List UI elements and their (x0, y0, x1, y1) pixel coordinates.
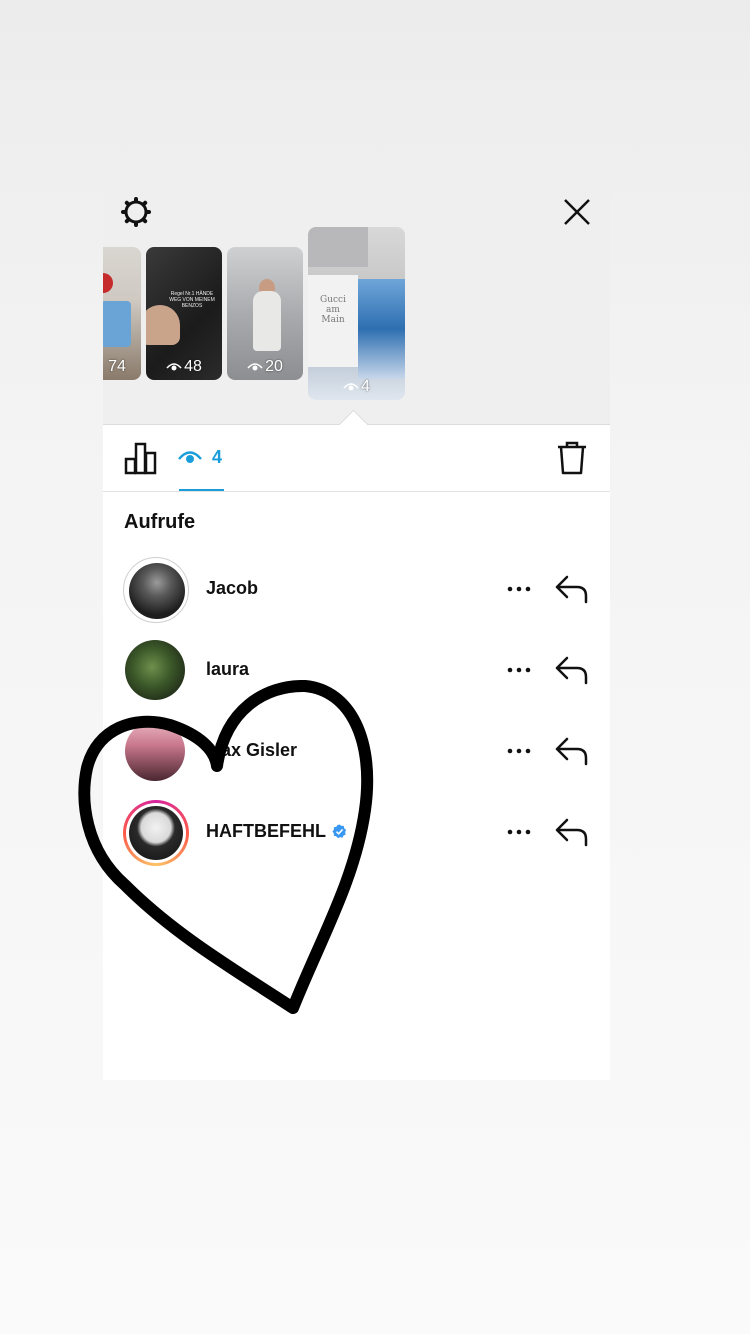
trash-icon[interactable] (557, 441, 587, 475)
active-tab-indicator (179, 489, 224, 491)
thumbnail-view-count: 74 (103, 358, 141, 376)
more-options-icon[interactable] (506, 579, 532, 599)
thumbnail-image (103, 273, 113, 293)
thumbnail-view-count: 20 (227, 358, 303, 376)
username-text: Jacob (206, 578, 259, 598)
thumbnail-image (358, 279, 405, 379)
viewer-row[interactable]: Jacob (103, 555, 610, 625)
hand-drawn-heart-drawing (78, 680, 374, 1014)
more-options-icon[interactable] (506, 822, 532, 842)
view-count: 20 (265, 358, 283, 375)
eye-icon (166, 363, 182, 371)
thumbnail-image (253, 291, 281, 351)
eye-icon (178, 451, 202, 463)
reply-arrow-icon[interactable] (555, 736, 589, 766)
story-thumbnail-strip: 74 Regel Nr.1 HÄNDE WEG VON MEINEM BENZO… (103, 180, 610, 425)
viewer-username[interactable]: Jacob (206, 578, 258, 599)
tab-bar: 4 (103, 425, 610, 492)
section-title: Aufrufe (124, 511, 196, 533)
view-count: 48 (184, 358, 202, 375)
view-count: 74 (108, 358, 126, 375)
eye-icon (343, 383, 359, 391)
more-options-icon[interactable] (506, 741, 532, 761)
thumbnail-image (308, 227, 368, 267)
view-count: 4 (361, 378, 370, 395)
thumbnail-view-count: 48 (146, 358, 222, 376)
avatar-image (129, 563, 185, 619)
bar-chart-icon[interactable] (124, 441, 158, 475)
story-thumbnail[interactable]: 20 (227, 247, 303, 380)
avatar[interactable] (123, 557, 189, 623)
thumbnail-view-count: 4 (308, 378, 405, 396)
username-text: laura (206, 659, 250, 679)
reply-arrow-icon[interactable] (555, 655, 589, 685)
thumbnail-image (103, 301, 131, 347)
story-thumbnail-selected[interactable]: Gucci am Main 4 (308, 227, 405, 400)
close-icon[interactable] (561, 196, 593, 228)
viewer-username[interactable]: laura (206, 659, 249, 680)
thumbnail-text: Regel Nr.1 HÄNDE WEG VON MEINEM BENZOS (169, 291, 215, 309)
tab-viewers[interactable]: 4 (178, 425, 224, 489)
reply-arrow-icon[interactable] (555, 574, 589, 604)
settings-gear-icon[interactable] (120, 196, 152, 228)
story-thumbnail[interactable]: Regel Nr.1 HÄNDE WEG VON MEINEM BENZOS 4… (146, 247, 222, 380)
story-thumbnail[interactable]: 74 (103, 247, 141, 380)
eye-icon (247, 363, 263, 371)
reply-arrow-icon[interactable] (555, 817, 589, 847)
viewers-count: 4 (212, 446, 223, 467)
thumbnail-text: Gucci am Main (320, 295, 346, 325)
more-options-icon[interactable] (506, 660, 532, 680)
